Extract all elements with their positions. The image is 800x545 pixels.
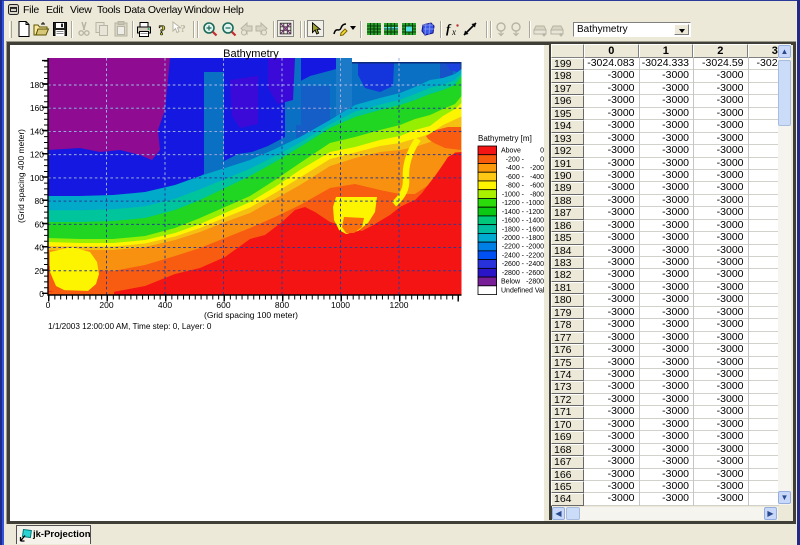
svg-text:80: 80 [35, 196, 45, 206]
svg-text:-1600 -: -1600 - [502, 218, 525, 225]
svg-text:-400: -400 [530, 174, 544, 181]
svg-text:-1400: -1400 [526, 218, 544, 225]
svg-text:1/1/2003 12:00:00 AM, Time ste: 1/1/2003 12:00:00 AM, Time step: 0, Laye… [48, 322, 212, 331]
svg-text:140: 140 [30, 126, 44, 136]
svg-text:?: ? [180, 23, 186, 35]
svg-text:1000: 1000 [331, 300, 350, 310]
svg-text:-2200 -: -2200 - [502, 244, 525, 251]
svg-text:Above: Above [501, 148, 521, 155]
svg-text:600: 600 [216, 300, 230, 310]
svg-text:-800: -800 [530, 191, 544, 198]
svg-text:-1000 -: -1000 - [502, 191, 525, 198]
svg-text:0: 0 [540, 156, 544, 163]
svg-text:-1600: -1600 [526, 226, 544, 233]
svg-text:-1000: -1000 [526, 200, 544, 207]
svg-text:-2600 -: -2600 - [502, 261, 525, 268]
svg-text:-2200: -2200 [526, 252, 544, 259]
svg-text:0: 0 [540, 148, 544, 155]
svg-text:-1200 -: -1200 - [502, 200, 525, 207]
svg-text:(Grid spacing 100 meter): (Grid spacing 100 meter) [204, 310, 298, 320]
svg-text:40: 40 [35, 243, 45, 253]
svg-text:-1800 -: -1800 - [502, 226, 525, 233]
svg-text:?: ? [158, 23, 166, 38]
svg-text:800: 800 [275, 300, 289, 310]
svg-text:1200: 1200 [390, 300, 409, 310]
svg-text:60: 60 [35, 219, 45, 229]
svg-text:-2800 -: -2800 - [502, 270, 525, 277]
svg-text:180: 180 [30, 80, 44, 90]
svg-text:-600: -600 [530, 183, 544, 190]
svg-text:Bathymetry: Bathymetry [223, 48, 279, 60]
svg-text:-600 -: -600 - [506, 174, 525, 181]
svg-text:-1400 -: -1400 - [502, 209, 525, 216]
svg-text:200: 200 [99, 300, 113, 310]
svg-text:-200: -200 [530, 165, 544, 172]
svg-text:x: x [451, 27, 456, 37]
svg-text:-800 -: -800 - [506, 183, 525, 190]
svg-text:0: 0 [46, 300, 51, 310]
svg-text:-1200: -1200 [526, 209, 544, 216]
svg-text:Below: Below [501, 279, 521, 286]
svg-text:160: 160 [30, 103, 44, 113]
svg-text:120: 120 [30, 150, 44, 160]
svg-text:Undefined Valu: Undefined Valu [501, 287, 544, 294]
svg-text:-2400: -2400 [526, 261, 544, 268]
svg-text:-200 -: -200 - [506, 156, 525, 163]
svg-text:100: 100 [30, 173, 44, 183]
svg-text:(Grid spacing 400 meter): (Grid spacing 400 meter) [16, 129, 26, 223]
svg-text:20: 20 [35, 266, 45, 276]
svg-text:Bathymetry [m]: Bathymetry [m] [478, 134, 532, 143]
svg-text:-2000: -2000 [526, 244, 544, 251]
svg-text:-2800: -2800 [526, 279, 544, 286]
svg-text:0: 0 [39, 289, 44, 299]
svg-text:-400 -: -400 - [506, 165, 525, 172]
svg-text:-2600: -2600 [526, 270, 544, 277]
svg-text:-1800: -1800 [526, 235, 544, 242]
svg-text:400: 400 [158, 300, 172, 310]
svg-text:-2000 -: -2000 - [502, 235, 525, 242]
svg-text:-2400 -: -2400 - [502, 252, 525, 259]
